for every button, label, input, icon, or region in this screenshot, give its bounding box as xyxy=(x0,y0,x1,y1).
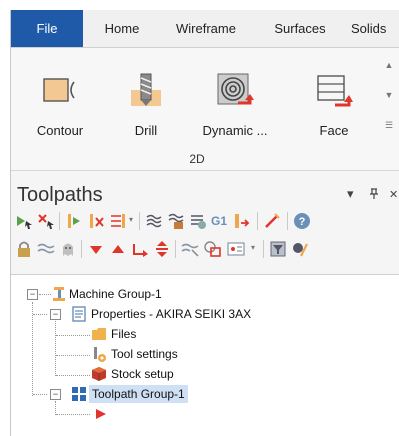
face-icon xyxy=(317,75,353,107)
lock-icon[interactable] xyxy=(15,240,33,258)
panel-pin-icon[interactable] xyxy=(369,188,379,203)
tree-stock-setup[interactable]: Stock setup xyxy=(111,365,174,383)
regenerate-dirty-icon[interactable] xyxy=(87,212,105,230)
drill-icon xyxy=(131,73,161,106)
backplot-icon[interactable] xyxy=(145,212,163,230)
tree-properties[interactable]: Properties - AKIRA SEIKI 3AX xyxy=(91,305,251,323)
ribbon-group-label: 2D xyxy=(189,152,205,166)
tab-file[interactable]: File xyxy=(11,10,83,47)
face-button[interactable]: Face xyxy=(295,62,373,148)
verify-icon[interactable] xyxy=(167,212,185,230)
panel-dropdown-icon[interactable]: ▾ xyxy=(347,186,354,202)
help-icon[interactable]: ? xyxy=(293,212,311,230)
edit-settings-icon[interactable] xyxy=(291,240,309,258)
panel-title: Toolpaths xyxy=(17,184,103,206)
tab-home[interactable]: Home xyxy=(91,10,153,47)
tree-toolpath-group[interactable]: Toolpath Group-1 xyxy=(89,385,188,403)
gallery-expand-icon[interactable]: ☰ xyxy=(382,120,396,131)
machine-group-icon xyxy=(53,287,65,301)
face-label: Face xyxy=(319,123,349,138)
toolpath-manager-icon[interactable] xyxy=(233,212,251,230)
svg-text:?: ? xyxy=(299,216,306,228)
contour-icon xyxy=(43,78,75,102)
display-options-icon[interactable] xyxy=(227,240,249,258)
ribbon-tabs: File Home Wireframe Surfaces Solids xyxy=(11,10,399,48)
simulate-icon[interactable] xyxy=(109,212,127,230)
dynamic-button[interactable]: Dynamic ... xyxy=(196,62,274,148)
collapse-machine-group-icon[interactable]: − xyxy=(27,289,38,300)
wand-icon[interactable] xyxy=(263,212,281,230)
machine-sim-icon[interactable] xyxy=(189,212,207,230)
collapse-toolpath-group-icon[interactable]: − xyxy=(50,389,61,400)
dynamic-icon xyxy=(217,73,254,105)
tool-settings-icon xyxy=(94,347,106,362)
toolpath-toolbar-row-2: ▾ xyxy=(15,238,399,260)
deselect-icon[interactable] xyxy=(37,212,55,230)
toolpath-tree: − Machine Group-1 − Properties - AKIRA S… xyxy=(11,274,399,436)
display-dropdown-icon[interactable]: ▾ xyxy=(251,243,255,252)
regenerate-icon[interactable] xyxy=(65,212,83,230)
stock-setup-icon xyxy=(92,367,106,381)
panel-close-icon[interactable]: ✕ xyxy=(389,188,398,201)
properties-icon xyxy=(72,306,86,322)
toolpath-group-icon xyxy=(72,387,86,401)
hide-toolpath-icon[interactable] xyxy=(181,240,199,258)
toolpath-toolbar-row-1: ▾ G1 ? xyxy=(15,210,399,232)
collapse-properties-icon[interactable]: − xyxy=(50,309,61,320)
scroll-up-icon[interactable]: ▲ xyxy=(382,60,396,70)
drill-label: Drill xyxy=(134,123,158,138)
insert-arrow-icon[interactable] xyxy=(131,240,149,258)
ribbon-panel: Contour Drill Dynamic ... Face ▲ ▼ ☰ 2D xyxy=(11,48,399,171)
move-down-icon[interactable] xyxy=(87,240,105,258)
toggle-display-icon[interactable] xyxy=(37,240,55,258)
stock-model-icon[interactable] xyxy=(203,240,221,258)
filter-icon[interactable] xyxy=(269,240,287,258)
tree-tool-settings[interactable]: Tool settings xyxy=(111,345,178,363)
tab-surfaces[interactable]: Surfaces xyxy=(261,10,339,47)
folder-icon xyxy=(92,328,106,340)
tree-files[interactable]: Files xyxy=(111,325,136,343)
contour-label: Contour xyxy=(36,123,84,138)
contour-button[interactable]: Contour xyxy=(21,62,99,148)
ghost-icon[interactable] xyxy=(59,240,77,258)
tab-solids[interactable]: Solids xyxy=(351,10,399,47)
move-up-icon[interactable] xyxy=(109,240,127,258)
dynamic-label: Dynamic ... xyxy=(202,123,268,138)
post-gcode-icon[interactable]: G1 xyxy=(211,212,231,230)
expand-collapse-icon[interactable] xyxy=(153,240,171,258)
tree-machine-group[interactable]: Machine Group-1 xyxy=(69,285,162,303)
mastercam-window: File Home Wireframe Surfaces Solids Cont… xyxy=(10,10,399,436)
select-all-icon[interactable] xyxy=(15,212,33,230)
insert-position-icon[interactable] xyxy=(93,406,109,422)
simulate-dropdown-icon[interactable]: ▾ xyxy=(129,215,133,224)
scroll-down-icon[interactable]: ▼ xyxy=(382,90,396,100)
ribbon-scroll: ▲ ▼ ☰ xyxy=(382,56,396,144)
drill-button[interactable]: Drill xyxy=(107,62,185,148)
tab-wireframe[interactable]: Wireframe xyxy=(163,10,249,47)
